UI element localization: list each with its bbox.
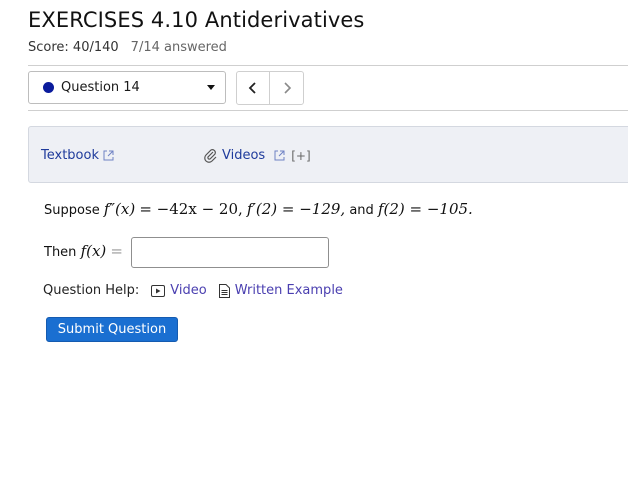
answered-count: 7/14 answered [130, 40, 227, 55]
problem-text: and [349, 203, 374, 218]
score-text: Score: 40/140 [28, 40, 119, 55]
written-example-link[interactable]: Written Example [218, 283, 343, 298]
external-link-icon [274, 150, 285, 161]
equals-sign: = [110, 242, 123, 260]
math-expression: f′(2) = −129, [246, 200, 346, 218]
question-help: Question Help: Video Written Example [43, 283, 343, 298]
external-link-icon [103, 150, 114, 161]
score-line: Score: 40/140 7/14 answered [28, 40, 227, 55]
status-dot [43, 82, 54, 93]
textbook-link[interactable]: Textbook [41, 148, 114, 163]
question-select[interactable]: Question 14 [28, 71, 226, 104]
math-expression: f(2) = −105. [377, 200, 473, 218]
chevron-down-icon [207, 85, 215, 90]
video-icon [151, 284, 166, 297]
help-label: Question Help: [43, 283, 140, 298]
help-video-label: Video [170, 283, 207, 298]
math-expression: f(x) [80, 242, 107, 260]
math-expression: = −42x − 20, [139, 200, 243, 218]
next-question-button[interactable] [270, 72, 303, 104]
question-select-label: Question 14 [61, 80, 140, 95]
question-nav [236, 71, 304, 105]
videos-label: Videos [222, 148, 266, 163]
problem-text: Suppose [44, 203, 100, 218]
videos-link[interactable]: Videos [+] [203, 148, 311, 163]
previous-question-button[interactable] [237, 72, 270, 104]
paperclip-icon [204, 149, 217, 163]
expand-toggle[interactable]: [+] [291, 149, 310, 163]
page-title: EXERCISES 4.10 Antiderivatives [28, 8, 365, 32]
answer-input[interactable] [131, 237, 329, 268]
problem-statement: Suppose f″(x) = −42x − 20, f′(2) = −129,… [44, 200, 473, 218]
chevron-right-icon [283, 82, 291, 94]
resources-panel: Textbook Videos [+] [28, 126, 628, 183]
answer-prompt: Then f(x) = [44, 242, 123, 260]
problem-text: Then [44, 245, 77, 260]
math-expression: f″(x) [103, 200, 136, 218]
document-icon [218, 283, 230, 298]
divider [28, 65, 628, 66]
divider [28, 110, 628, 111]
textbook-label: Textbook [41, 148, 99, 163]
help-video-link[interactable]: Video [151, 283, 207, 298]
written-example-label: Written Example [234, 283, 343, 298]
submit-question-button[interactable]: Submit Question [46, 317, 178, 342]
chevron-left-icon [248, 82, 256, 94]
